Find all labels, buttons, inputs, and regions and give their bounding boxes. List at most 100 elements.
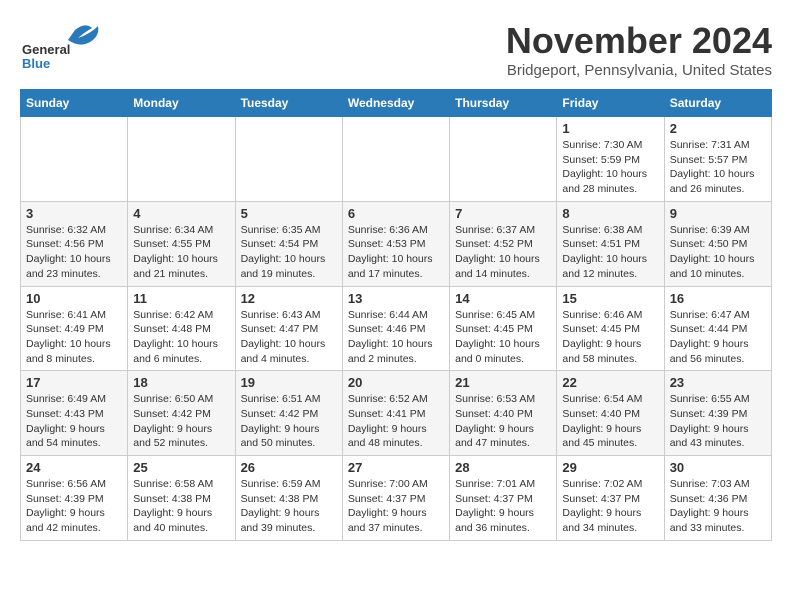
day-number: 30 [670, 460, 766, 475]
col-header-saturday: Saturday [664, 90, 771, 117]
day-number: 15 [562, 291, 658, 306]
day-info: Sunrise: 6:41 AM Sunset: 4:49 PM Dayligh… [26, 308, 122, 367]
day-number: 3 [26, 206, 122, 221]
day-info: Sunrise: 7:30 AM Sunset: 5:59 PM Dayligh… [562, 138, 658, 197]
calendar-cell: 11Sunrise: 6:42 AM Sunset: 4:48 PM Dayli… [128, 286, 235, 371]
calendar-cell: 24Sunrise: 6:56 AM Sunset: 4:39 PM Dayli… [21, 456, 128, 541]
calendar-cell [235, 117, 342, 202]
calendar-cell: 12 Sunrise: 6:43 AM Sunset: 4:47 PM Dayli… [235, 286, 342, 371]
col-header-sunday: Sunday [21, 90, 128, 117]
calendar-cell: 14 Sunrise: 6:45 AM Sunset: 4:45 PM Dayli… [450, 286, 557, 371]
day-number: 13 [348, 291, 444, 306]
day-number: 9 [670, 206, 766, 221]
calendar-cell: 23 Sunrise: 6:55 AM Sunset: 4:39 PM Dayli… [664, 371, 771, 456]
day-number: 21 [455, 375, 551, 390]
calendar-cell [450, 117, 557, 202]
day-info: Sunrise: 6:44 AM Sunset: 4:46 PM Dayligh… [348, 308, 444, 367]
day-number: 22 [562, 375, 658, 390]
page-subtitle: Bridgeport, Pennsylvania, United States [506, 62, 772, 79]
day-number: 11 [133, 291, 229, 306]
day-info: Sunrise: 6:39 AM Sunset: 4:50 PM Dayligh… [670, 223, 766, 282]
col-header-monday: Monday [128, 90, 235, 117]
day-info: Sunrise: 6:47 AM Sunset: 4:44 PM Dayligh… [670, 308, 766, 367]
day-number: 10 [26, 291, 122, 306]
calendar-week-3: 10 Sunrise: 6:41 AM Sunset: 4:49 PM Dayli… [21, 286, 772, 371]
day-number: 4 [133, 206, 229, 221]
calendar-cell: 5Sunrise: 6:35 AM Sunset: 4:54 PM Daylig… [235, 201, 342, 286]
day-number: 18 [133, 375, 229, 390]
calendar-cell: 17 Sunrise: 6:49 AM Sunset: 4:43 PM Dayli… [21, 371, 128, 456]
day-number: 16 [670, 291, 766, 306]
calendar-cell [128, 117, 235, 202]
day-info: Sunrise: 7:03 AM Sunset: 4:36 PM Dayligh… [670, 477, 766, 536]
day-info: Sunrise: 6:58 AM Sunset: 4:38 PM Dayligh… [133, 477, 229, 536]
day-info: Sunrise: 6:45 AM Sunset: 4:45 PM Dayligh… [455, 308, 551, 367]
day-number: 14 [455, 291, 551, 306]
day-info: Sunrise: 7:02 AM Sunset: 4:37 PM Dayligh… [562, 477, 658, 536]
day-info: Sunrise: 6:32 AM Sunset: 4:56 PM Dayligh… [26, 223, 122, 282]
day-number: 17 [26, 375, 122, 390]
day-info: Sunrise: 7:00 AM Sunset: 4:37 PM Dayligh… [348, 477, 444, 536]
day-info: Sunrise: 6:55 AM Sunset: 4:39 PM Dayligh… [670, 392, 766, 451]
day-info: Sunrise: 7:31 AM Sunset: 5:57 PM Dayligh… [670, 138, 766, 197]
calendar-cell: 2Sunrise: 7:31 AM Sunset: 5:57 PM Daylig… [664, 117, 771, 202]
day-number: 1 [562, 121, 658, 136]
day-info: Sunrise: 6:53 AM Sunset: 4:40 PM Dayligh… [455, 392, 551, 451]
day-number: 20 [348, 375, 444, 390]
calendar-cell: 22 Sunrise: 6:54 AM Sunset: 4:40 PM Dayli… [557, 371, 664, 456]
day-info: Sunrise: 6:51 AM Sunset: 4:42 PM Dayligh… [241, 392, 337, 451]
day-number: 12 [241, 291, 337, 306]
day-number: 27 [348, 460, 444, 475]
col-header-friday: Friday [557, 90, 664, 117]
calendar-week-2: 3 Sunrise: 6:32 AM Sunset: 4:56 PM Daylig… [21, 201, 772, 286]
calendar-cell: 21 Sunrise: 6:53 AM Sunset: 4:40 PM Dayli… [450, 371, 557, 456]
calendar-cell: 20 Sunrise: 6:52 AM Sunset: 4:41 PM Dayli… [342, 371, 449, 456]
day-info: Sunrise: 7:01 AM Sunset: 4:37 PM Dayligh… [455, 477, 551, 536]
calendar-cell: 19 Sunrise: 6:51 AM Sunset: 4:42 PM Dayli… [235, 371, 342, 456]
calendar-week-1: 1 Sunrise: 7:30 AM Sunset: 5:59 PM Daylig… [21, 117, 772, 202]
calendar-cell: 6 Sunrise: 6:36 AM Sunset: 4:53 PM Daylig… [342, 201, 449, 286]
calendar-cell: 13 Sunrise: 6:44 AM Sunset: 4:46 PM Dayli… [342, 286, 449, 371]
calendar-cell: 15 Sunrise: 6:46 AM Sunset: 4:45 PM Dayli… [557, 286, 664, 371]
calendar-cell: 28Sunrise: 7:01 AM Sunset: 4:37 PM Dayli… [450, 456, 557, 541]
day-info: Sunrise: 6:43 AM Sunset: 4:47 PM Dayligh… [241, 308, 337, 367]
day-info: Sunrise: 6:34 AM Sunset: 4:55 PM Dayligh… [133, 223, 229, 282]
logo: General Blue [20, 20, 110, 70]
col-header-thursday: Thursday [450, 90, 557, 117]
calendar-cell: 25Sunrise: 6:58 AM Sunset: 4:38 PM Dayli… [128, 456, 235, 541]
day-info: Sunrise: 6:38 AM Sunset: 4:51 PM Dayligh… [562, 223, 658, 282]
day-info: Sunrise: 6:50 AM Sunset: 4:42 PM Dayligh… [133, 392, 229, 451]
day-info: Sunrise: 6:54 AM Sunset: 4:40 PM Dayligh… [562, 392, 658, 451]
calendar-cell: 7 Sunrise: 6:37 AM Sunset: 4:52 PM Daylig… [450, 201, 557, 286]
calendar-cell [342, 117, 449, 202]
title-section: November 2024 Bridgeport, Pennsylvania, … [506, 20, 772, 79]
page-title: November 2024 [506, 20, 772, 62]
calendar-cell: 16 Sunrise: 6:47 AM Sunset: 4:44 PM Dayli… [664, 286, 771, 371]
day-info: Sunrise: 6:37 AM Sunset: 4:52 PM Dayligh… [455, 223, 551, 282]
day-info: Sunrise: 6:36 AM Sunset: 4:53 PM Dayligh… [348, 223, 444, 282]
day-number: 23 [670, 375, 766, 390]
day-info: Sunrise: 6:52 AM Sunset: 4:41 PM Dayligh… [348, 392, 444, 451]
calendar-cell: 4 Sunrise: 6:34 AM Sunset: 4:55 PM Daylig… [128, 201, 235, 286]
calendar-header-row: SundayMondayTuesdayWednesdayThursdayFrid… [21, 90, 772, 117]
calendar-cell: 10 Sunrise: 6:41 AM Sunset: 4:49 PM Dayli… [21, 286, 128, 371]
day-number: 8 [562, 206, 658, 221]
calendar-week-4: 17 Sunrise: 6:49 AM Sunset: 4:43 PM Dayli… [21, 371, 772, 456]
day-info: Sunrise: 6:46 AM Sunset: 4:45 PM Dayligh… [562, 308, 658, 367]
calendar-cell: 29 Sunrise: 7:02 AM Sunset: 4:37 PM Dayli… [557, 456, 664, 541]
day-info: Sunrise: 6:59 AM Sunset: 4:38 PM Dayligh… [241, 477, 337, 536]
calendar-cell: 9 Sunrise: 6:39 AM Sunset: 4:50 PM Daylig… [664, 201, 771, 286]
day-number: 29 [562, 460, 658, 475]
day-number: 7 [455, 206, 551, 221]
day-number: 19 [241, 375, 337, 390]
day-info: Sunrise: 6:49 AM Sunset: 4:43 PM Dayligh… [26, 392, 122, 451]
logo-icon: General Blue [20, 20, 110, 70]
calendar-table: SundayMondayTuesdayWednesdayThursdayFrid… [20, 89, 772, 541]
calendar-cell: 3 Sunrise: 6:32 AM Sunset: 4:56 PM Daylig… [21, 201, 128, 286]
day-number: 24 [26, 460, 122, 475]
day-number: 26 [241, 460, 337, 475]
day-number: 6 [348, 206, 444, 221]
calendar-cell: 26 Sunrise: 6:59 AM Sunset: 4:38 PM Dayli… [235, 456, 342, 541]
col-header-wednesday: Wednesday [342, 90, 449, 117]
header: General Blue November 2024 Bridgeport, P… [20, 20, 772, 79]
